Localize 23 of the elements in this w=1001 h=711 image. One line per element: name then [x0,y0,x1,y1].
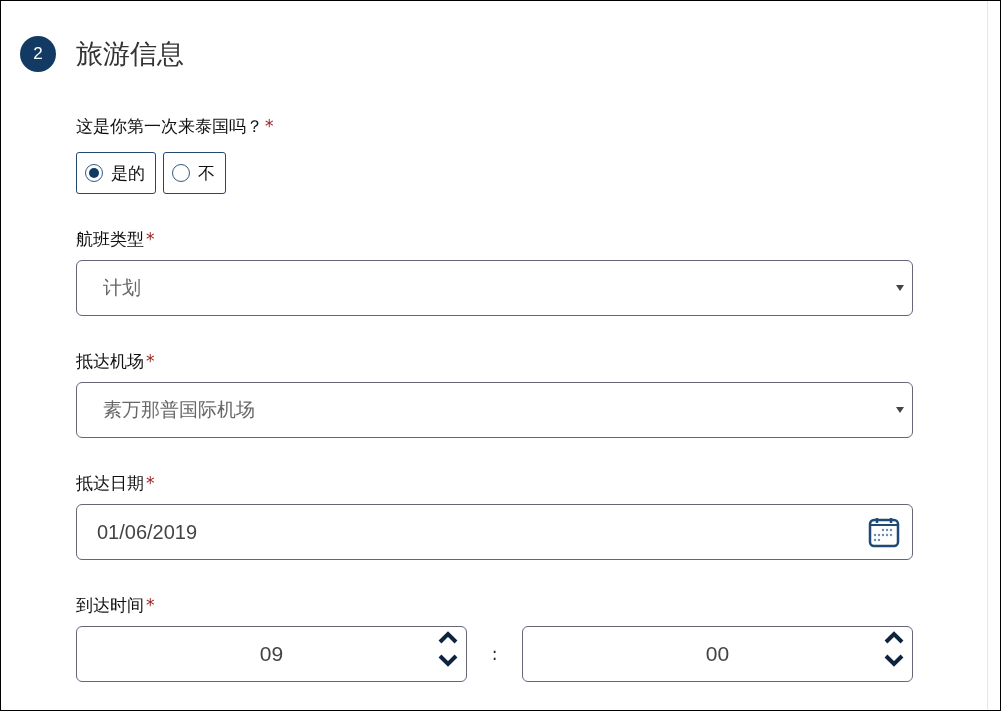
field-label: 航班类型 [76,227,144,251]
section-title: 旅游信息 [76,37,184,71]
radio-option[interactable]: 是的 [76,152,156,194]
hour-field[interactable]: 09 [76,626,467,682]
caret-icon [896,407,904,413]
required-mark: * [265,116,274,136]
minute-field[interactable]: 00 [522,626,913,682]
step-number: 2 [20,36,56,72]
radio-option[interactable]: 不 [163,152,226,194]
dropdown-field[interactable]: 素万那普国际机场 [76,382,913,438]
required-mark: * [146,595,155,615]
date-field[interactable]: 01/06/2019 [76,504,913,560]
required-mark: * [146,473,155,493]
time-separator: : [490,644,499,664]
field-label: 这是你第一次来泰国吗？ [76,114,263,138]
field-label: 抵达机场 [76,349,144,373]
required-mark: * [146,351,155,371]
caret-icon [896,285,904,291]
required-mark: * [146,229,155,249]
field-label: 抵达日期 [76,471,144,495]
dropdown-field[interactable]: 计划 [76,260,913,316]
field-label: 到达时间 [76,593,144,617]
calendar-icon[interactable] [868,516,900,548]
